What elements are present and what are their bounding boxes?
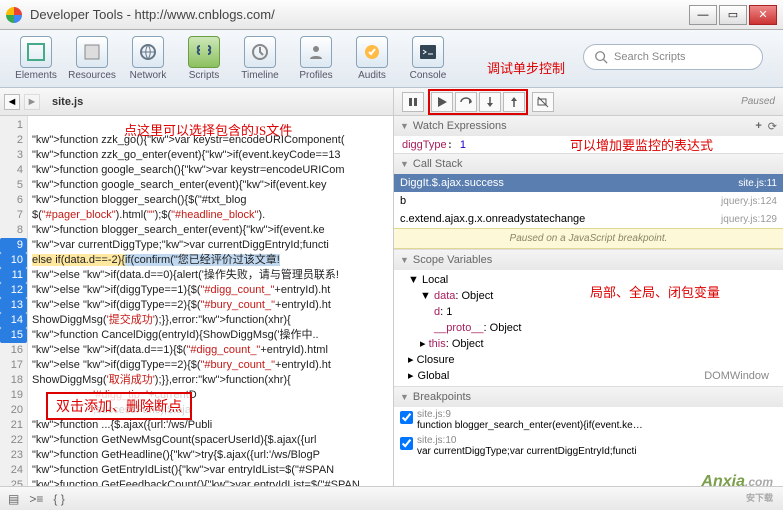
line-number[interactable]: 2 xyxy=(0,133,23,148)
search-icon xyxy=(594,50,608,64)
line-number[interactable]: 22 xyxy=(0,433,23,448)
source-pane: ◄ ► site.js 1234567891011121314151617181… xyxy=(0,88,394,510)
line-gutter[interactable]: 1234567891011121314151617181920212223242… xyxy=(0,116,28,510)
step-into-button[interactable] xyxy=(479,92,501,112)
line-number[interactable]: 14 xyxy=(0,313,27,328)
line-number[interactable]: 12 xyxy=(0,283,27,298)
chrome-icon xyxy=(6,7,22,23)
line-number[interactable]: 24 xyxy=(0,463,23,478)
pause-message: Paused on a JavaScript breakpoint. xyxy=(394,228,783,249)
tab-resources[interactable]: Resources xyxy=(64,36,120,81)
line-number[interactable]: 7 xyxy=(0,208,23,223)
console-drawer-button[interactable]: >≡ xyxy=(29,492,43,506)
tab-network[interactable]: Network xyxy=(120,36,176,81)
deactivate-breakpoints-button[interactable] xyxy=(532,92,554,112)
breakpoint-item[interactable]: site.js:9function blogger_search_enter(e… xyxy=(394,407,783,433)
line-number[interactable]: 13 xyxy=(0,298,27,313)
line-number[interactable]: 8 xyxy=(0,223,23,238)
nav-back-button[interactable]: ◄ xyxy=(4,94,20,110)
debug-toolbar: Paused xyxy=(394,88,783,116)
line-number[interactable]: 1 xyxy=(0,118,23,133)
line-number[interactable]: 4 xyxy=(0,163,23,178)
step-over-button[interactable] xyxy=(455,92,477,112)
watch-section: ▼ Watch Expressions + ⟳ diggType: 1 xyxy=(394,116,783,154)
disclosure-triangle-icon: ▼ xyxy=(400,121,409,131)
network-icon xyxy=(132,36,164,68)
breakpoint-item[interactable]: site.js:10var currentDiggType;var curren… xyxy=(394,433,783,459)
resources-icon xyxy=(76,36,108,68)
breakpoint-checkbox[interactable] xyxy=(400,437,413,450)
console-icon xyxy=(412,36,444,68)
tab-console[interactable]: Console xyxy=(400,36,456,81)
debugger-pane: Paused ▼ Watch Expressions + ⟳ diggType:… xyxy=(394,88,783,510)
window-titlebar: Developer Tools - http://www.cnblogs.com… xyxy=(0,0,783,30)
line-number[interactable]: 17 xyxy=(0,358,23,373)
breakpoints-header[interactable]: ▼Breakpoints xyxy=(394,387,783,407)
line-number[interactable]: 16 xyxy=(0,343,23,358)
nav-fwd-button[interactable]: ► xyxy=(24,94,40,110)
line-number[interactable]: 10 xyxy=(0,253,27,268)
window-title: Developer Tools - http://www.cnblogs.com… xyxy=(30,7,689,22)
step-out-button[interactable] xyxy=(503,92,525,112)
elements-icon xyxy=(20,36,52,68)
annotation-breakpoint: 双击添加、删除断点 xyxy=(46,392,192,420)
callstack-section: ▼Call Stack DiggIt.$.ajax.successsite.js… xyxy=(394,154,783,250)
scripts-icon xyxy=(188,36,220,68)
current-file[interactable]: site.js xyxy=(52,96,83,108)
line-number[interactable]: 20 xyxy=(0,403,23,418)
source-tabbar: ◄ ► site.js xyxy=(0,88,393,116)
code-text: "kw">function zzk_go(){"kw">var keystr=e… xyxy=(28,116,393,510)
pause-on-exceptions-button[interactable] xyxy=(402,92,424,112)
breakpoint-checkbox[interactable] xyxy=(400,411,413,424)
tab-timeline[interactable]: Timeline xyxy=(232,36,288,81)
step-controls-group xyxy=(428,89,528,115)
line-number[interactable]: 6 xyxy=(0,193,23,208)
status-bar: ▤ >≡ { } xyxy=(0,486,783,510)
tab-profiles[interactable]: Profiles xyxy=(288,36,344,81)
line-number[interactable]: 9 xyxy=(0,238,27,253)
callstack-header[interactable]: ▼Call Stack xyxy=(394,154,783,174)
line-number[interactable]: 23 xyxy=(0,448,23,463)
maximize-button[interactable]: ▭ xyxy=(719,5,747,25)
pretty-print-button[interactable]: { } xyxy=(53,492,64,506)
tab-elements[interactable]: Elements xyxy=(8,36,64,81)
callstack-frame[interactable]: DiggIt.$.ajax.successsite.js:11 xyxy=(394,174,783,192)
line-number[interactable]: 19 xyxy=(0,388,23,403)
audits-icon xyxy=(356,36,388,68)
scope-header[interactable]: ▼Scope Variables xyxy=(394,250,783,270)
line-number[interactable]: 15 xyxy=(0,328,27,343)
watermark: Anxia.com 安下载 xyxy=(701,473,773,504)
add-watch-button[interactable]: + xyxy=(755,120,761,133)
search-scripts-input[interactable]: Search Scripts xyxy=(583,44,763,70)
resume-button[interactable] xyxy=(431,92,453,112)
callstack-frame[interactable]: c.extend.ajax.g.x.onreadystatechangejque… xyxy=(394,210,783,228)
close-button[interactable]: ✕ xyxy=(749,5,777,25)
minimize-button[interactable]: — xyxy=(689,5,717,25)
scope-section: ▼Scope Variables ▼ Local ▼ data: Objectd… xyxy=(394,250,783,387)
paused-label: Paused xyxy=(741,96,775,107)
devtools-toolbar: ElementsResourcesNetworkScriptsTimelineP… xyxy=(0,30,783,88)
line-number[interactable]: 5 xyxy=(0,178,23,193)
line-number[interactable]: 11 xyxy=(0,268,27,283)
code-editor[interactable]: 1234567891011121314151617181920212223242… xyxy=(0,116,393,510)
watch-header[interactable]: ▼ Watch Expressions + ⟳ xyxy=(394,116,783,136)
callstack-frame[interactable]: bjquery.js:124 xyxy=(394,192,783,210)
show-console-button[interactable]: ▤ xyxy=(8,492,19,506)
line-number[interactable]: 18 xyxy=(0,373,23,388)
tab-scripts[interactable]: Scripts xyxy=(176,36,232,81)
timeline-icon xyxy=(244,36,276,68)
line-number[interactable]: 21 xyxy=(0,418,23,433)
refresh-watch-button[interactable]: ⟳ xyxy=(768,120,777,133)
tab-audits[interactable]: Audits xyxy=(344,36,400,81)
line-number[interactable]: 3 xyxy=(0,148,23,163)
profiles-icon xyxy=(300,36,332,68)
